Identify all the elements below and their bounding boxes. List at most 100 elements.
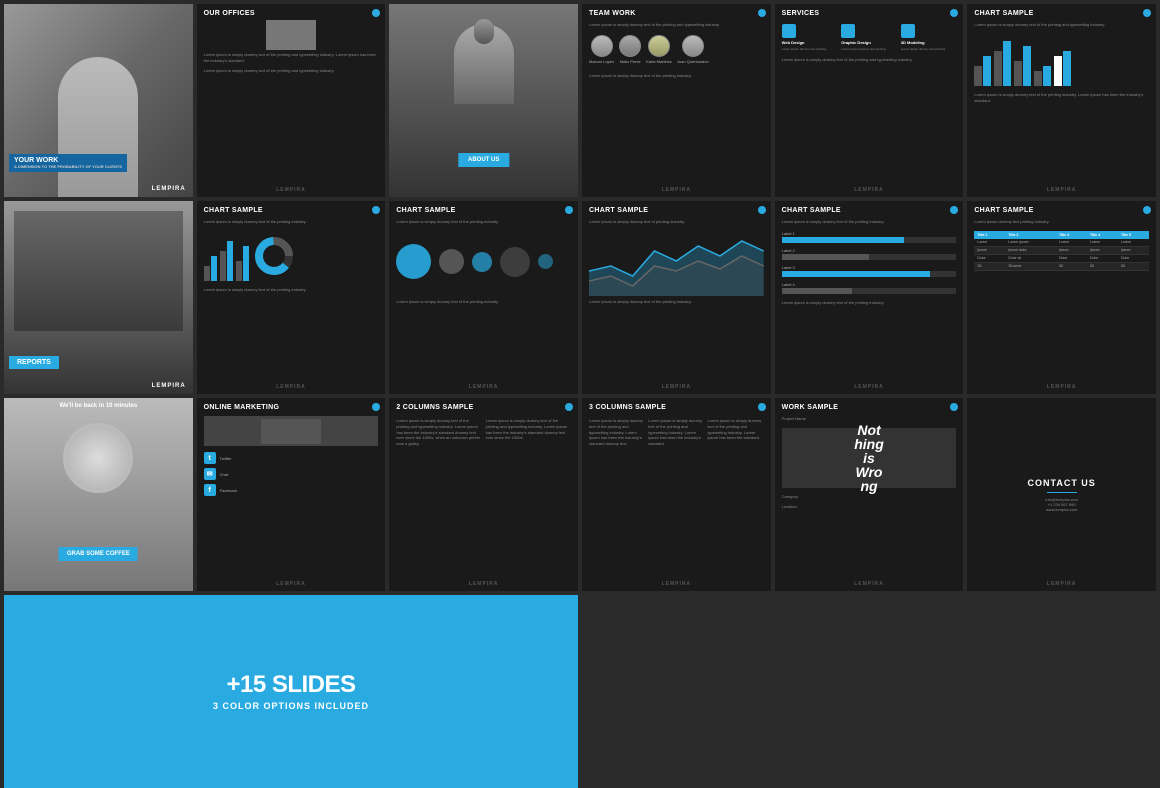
marketing-title: ONLINE MARKETING	[197, 398, 386, 414]
table-title: CHART SAMPLE	[967, 201, 1156, 217]
bar-1a	[974, 66, 982, 86]
chat-label: Chat	[220, 472, 228, 477]
slide-contact: CONTACT US info@lempira.com+1 234 567 89…	[967, 398, 1156, 591]
2col-title: 2 COLUMNS SAMPLE	[389, 398, 578, 414]
lempira-brand-1: LEMPIRA	[152, 186, 186, 192]
slide-coffee: We'll be back in 10 minutes GRAB SOME CO…	[4, 398, 193, 591]
lempira-brand-9: LEMPIRA	[389, 384, 578, 390]
service-web: Web Design Lorem ipsum dummy text printi…	[782, 24, 838, 51]
td-1-5: Lorem	[1118, 239, 1149, 247]
offices-title: OUR OFFICES	[197, 4, 386, 20]
col-2: Lorem ipsum is simply dummy text of the …	[648, 418, 704, 446]
service-3d: 3D Modeling Lorem ipsum dummy text print…	[901, 24, 957, 51]
donut-wrap	[197, 227, 386, 285]
td-2-5: Ipsum	[1118, 246, 1149, 254]
offices-img	[197, 20, 386, 50]
col-left-text: Lorem ipsum is simply dummy text of the …	[396, 418, 481, 446]
table-row: Sit Sit amet Sit Sit Sit	[974, 262, 1149, 270]
table-row: Dolor Dolor sit Dolor Dolor Dolor	[974, 254, 1149, 262]
bar-group-5	[1054, 51, 1071, 86]
blue-dot-chart1	[1143, 9, 1151, 17]
work-img-text: NothingisWrong	[854, 423, 884, 493]
web-name: Web Design	[782, 40, 838, 45]
work-location: Location	[775, 502, 964, 512]
bubble-1	[396, 244, 431, 279]
bubble-chart	[389, 227, 578, 297]
table-wrap: Title 1 Title 2 Title 3 Title 4 Title 5 …	[974, 231, 1149, 271]
lempira-brand-15: LEMPIRA	[389, 581, 578, 587]
slide-chart-5: CHART SAMPLE Lorem ipsum is simply dummy…	[775, 201, 964, 394]
h-bar-label-2: Label 2	[782, 248, 957, 253]
photo-person	[58, 57, 138, 197]
mini-bar-2a	[220, 251, 226, 281]
contact-title: CONTACT US	[1027, 478, 1095, 488]
chart1-footer-text: Lorem ipsum is simply dummy text of the …	[967, 90, 1156, 105]
h-bar-track-4	[782, 288, 957, 294]
chart2-text: Lorem ipsum is simply dummy text of the …	[197, 217, 386, 227]
about-us-btn[interactable]: ABOUT US	[458, 153, 509, 167]
bar-1b	[983, 56, 991, 86]
coffee-btn[interactable]: GRAB SOME COFFEE	[59, 547, 138, 561]
marketing-device	[261, 419, 321, 444]
marketing-channels: t Twitter ✉ Chat f Facebook	[197, 448, 386, 500]
mini-bar-1a	[204, 266, 210, 281]
web-desc: Lorem ipsum dummy text printing.	[782, 47, 838, 51]
td-4-5: Sit	[1118, 262, 1149, 270]
lempira-brand-11: LEMPIRA	[775, 384, 964, 390]
h-bar-2: Label 2	[782, 248, 957, 260]
table-row: Ipsum Ipsum dolor Ipsum Ipsum Ipsum	[974, 246, 1149, 254]
h-bar-1: Label 1	[782, 231, 957, 243]
chart5-title: CHART SAMPLE	[775, 201, 964, 217]
lempira-brand-6: LEMPIRA	[967, 187, 1156, 193]
lempira-brand-17: LEMPIRA	[775, 581, 964, 587]
lempira-brand-16: LEMPIRA	[582, 581, 771, 587]
slide-team-work: TEAM WORK Lorem ipsum is simply dummy te…	[582, 4, 771, 197]
lempira-brand-7: LEMPIRA	[152, 383, 186, 389]
col-3: Lorem ipsum is simply dummy text of the …	[707, 418, 763, 446]
marketing-twitter: t Twitter	[204, 452, 379, 464]
th-2: Title 2	[1005, 231, 1056, 239]
bar-3b	[1023, 46, 1031, 86]
chart1-title: CHART SAMPLE	[967, 4, 1156, 20]
bar-2b	[1003, 41, 1011, 86]
blue-dot-team	[758, 9, 766, 17]
3col-text-3: Lorem ipsum is simply dummy text of the …	[707, 418, 763, 440]
td-4-1: Sit	[974, 262, 1005, 270]
slide-3col: 3 COLUMNS SAMPLE Lorem ipsum is simply d…	[582, 398, 771, 591]
work-img: NothingisWrong	[782, 428, 957, 488]
td-3-3: Dolor	[1056, 254, 1087, 262]
marketing-chat: ✉ Chat	[204, 468, 379, 480]
cta-content: +15 SLIDES 3 COLOR OPTIONS INCLUDED	[4, 595, 578, 788]
your-work-label: YOUR WORK A DIMENSION TO THE PROBABILITY…	[9, 154, 127, 172]
team-avatars: Marcos Lopez Malio Perez Karla Martinez …	[582, 30, 771, 71]
th-4: Title 4	[1087, 231, 1118, 239]
offices-text-1: Lorem ipsum is simply dummy text of the …	[197, 50, 386, 65]
three-col-content: Lorem ipsum is simply dummy text of the …	[582, 414, 771, 450]
h-bar-fill-2	[782, 254, 869, 260]
blue-dot-table	[1143, 206, 1151, 214]
graphic-desc: Lorem ipsum dummy text printing.	[841, 47, 897, 51]
services-title: SERVICES	[775, 4, 964, 20]
coffee-caption: We'll be back in 10 minutes	[59, 403, 137, 409]
chart2-title: CHART SAMPLE	[197, 201, 386, 217]
h-bar-track-2	[782, 254, 957, 260]
lempira-brand-14: LEMPIRA	[197, 581, 386, 587]
h-bar-fill-3	[782, 271, 930, 277]
lempira-brand-2: LEMPIRA	[197, 187, 386, 193]
col-1: Lorem ipsum is simply dummy text of the …	[589, 418, 645, 446]
bar-group-3	[1014, 46, 1031, 86]
blue-dot-3col	[758, 403, 766, 411]
3col-text-2: Lorem ipsum is simply dummy text of the …	[648, 418, 704, 446]
td-3-5: Dolor	[1118, 254, 1149, 262]
h-bar-label-3: Label 3	[782, 265, 957, 270]
services-grid: Web Design Lorem ipsum dummy text printi…	[775, 20, 964, 55]
col-right: Lorem ipsum is simply dummy text of the …	[486, 418, 571, 446]
slide-cta: +15 SLIDES 3 COLOR OPTIONS INCLUDED	[4, 595, 578, 788]
3d-icon	[901, 24, 915, 38]
chart3-footer: Lorem ipsum is simply dummy text of the …	[389, 297, 578, 307]
td-1-3: Lorem	[1056, 239, 1087, 247]
bubble-2	[439, 249, 464, 274]
mini-bar-2b	[227, 241, 233, 281]
your-work-sub: A DIMENSION TO THE PROBABILITY OF YOUR C…	[14, 164, 122, 169]
blue-dot-chart4	[758, 206, 766, 214]
